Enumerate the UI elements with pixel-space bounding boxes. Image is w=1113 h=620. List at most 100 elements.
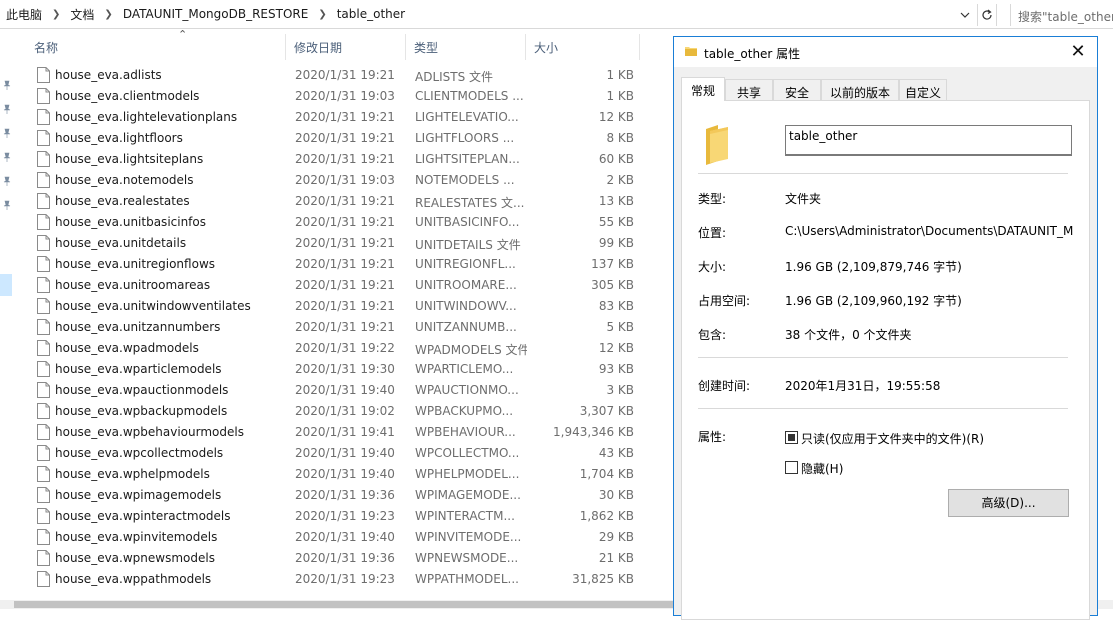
file-row[interactable]: house_eva.lightfloors 2020/1/31 19:21 LIGH…: [26, 128, 644, 149]
file-date: 2020/1/31 19:21: [295, 236, 395, 250]
file-row[interactable]: house_eva.lightsiteplans 2020/1/31 19:21 L…: [26, 149, 644, 170]
file-row[interactable]: house_eva.adlists 2020/1/31 19:21 ADLISTS …: [26, 65, 644, 86]
file-name[interactable]: house_eva.lightelevationplans: [55, 110, 237, 124]
close-button[interactable]: ✕: [1066, 41, 1090, 63]
readonly-checkbox[interactable]: [785, 431, 798, 444]
hidden-label[interactable]: 隐藏(H): [801, 460, 843, 477]
file-name[interactable]: house_eva.unitroomareas: [55, 278, 210, 292]
tab-previous-versions[interactable]: 以前的版本: [821, 79, 899, 100]
file-row[interactable]: house_eva.wpimagemodels 2020/1/31 19:36 WP…: [26, 485, 644, 506]
folder-name-field[interactable]: table_other: [785, 125, 1072, 156]
file-name[interactable]: house_eva.wpinteractmodels: [55, 509, 231, 523]
file-row[interactable]: house_eva.wpnewsmodels 2020/1/31 19:36 WPN…: [26, 548, 644, 569]
file-type: LIGHTSITEPLAN...: [415, 152, 520, 166]
file-row[interactable]: house_eva.unitwindowventilates 2020/1/31 …: [26, 296, 644, 317]
file-date: 2020/1/31 19:21: [295, 215, 395, 229]
file-type: WPIMAGEMODE...: [415, 488, 521, 502]
file-type: UNITBASICINFO...: [415, 215, 520, 229]
file-row[interactable]: house_eva.unitbasicinfos 2020/1/31 19:21 U…: [26, 212, 644, 233]
created-label: 创建时间:: [698, 379, 751, 393]
breadcrumb-documents[interactable]: 文档: [68, 6, 96, 23]
advanced-button[interactable]: 高级(D)...: [948, 489, 1069, 517]
file-row[interactable]: house_eva.wpadmodels 2020/1/31 19:22 WPADM…: [26, 338, 644, 359]
file-row[interactable]: house_eva.wpauctionmodels 2020/1/31 19:40…: [26, 380, 644, 401]
file-name[interactable]: house_eva.wpadmodels: [55, 341, 199, 355]
file-row[interactable]: house_eva.unitdetails 2020/1/31 19:21 UNIT…: [26, 233, 644, 254]
column-date[interactable]: 修改日期: [286, 34, 406, 60]
pin-icon[interactable]: [2, 128, 12, 138]
file-name[interactable]: house_eva.unitzannumbers: [55, 320, 220, 334]
file-name[interactable]: house_eva.wpinvitemodels: [55, 530, 217, 544]
readonly-label[interactable]: 只读(仅应用于文件夹中的文件)(R): [801, 430, 984, 447]
pin-icon[interactable]: [2, 176, 12, 186]
pin-icon[interactable]: [2, 152, 12, 162]
file-icon: [37, 487, 50, 503]
file-row[interactable]: house_eva.wpinteractmodels 2020/1/31 19:2…: [26, 506, 644, 527]
file-name[interactable]: house_eva.wpauctionmodels: [55, 383, 228, 397]
file-name[interactable]: house_eva.wparticlemodels: [55, 362, 222, 376]
file-name[interactable]: house_eva.lightsiteplans: [55, 152, 203, 166]
file-name[interactable]: house_eva.unitdetails: [55, 236, 186, 250]
breadcrumb-this-pc[interactable]: 此电脑: [4, 6, 44, 23]
tab-customize[interactable]: 自定义: [899, 79, 947, 100]
chevron-right-icon[interactable]: ❯: [310, 9, 334, 20]
pin-icon[interactable]: [2, 104, 12, 114]
address-history-button[interactable]: [955, 5, 975, 25]
file-row[interactable]: house_eva.unitzannumbers 2020/1/31 19:21 U…: [26, 317, 644, 338]
file-name[interactable]: house_eva.lightfloors: [55, 131, 183, 145]
chevron-right-icon[interactable]: ❯: [96, 9, 120, 20]
breadcrumb-current-folder[interactable]: table_other: [335, 7, 407, 21]
file-date: 2020/1/31 19:21: [295, 194, 395, 208]
tab-general[interactable]: 常规: [681, 77, 725, 101]
file-name[interactable]: house_eva.wpnewsmodels: [55, 551, 215, 565]
file-row[interactable]: house_eva.unitregionflows 2020/1/31 19:21…: [26, 254, 644, 275]
file-name[interactable]: house_eva.clientmodels: [55, 89, 199, 103]
pin-icon[interactable]: [2, 200, 12, 210]
file-icon: [37, 424, 50, 440]
file-name[interactable]: house_eva.wpbackupmodels: [55, 404, 227, 418]
column-type[interactable]: 类型: [406, 34, 526, 60]
file-type: ADLISTS 文件: [415, 70, 494, 84]
file-row[interactable]: house_eva.realestates 2020/1/31 19:21 REAL…: [26, 191, 644, 212]
nav-selected-item[interactable]: [0, 274, 12, 296]
file-row[interactable]: house_eva.unitroomareas 2020/1/31 19:21 UN…: [26, 275, 644, 296]
file-row[interactable]: house_eva.clientmodels 2020/1/31 19:03 CLI…: [26, 86, 644, 107]
file-row[interactable]: house_eva.lightelevationplans 2020/1/31 1…: [26, 107, 644, 128]
file-row[interactable]: house_eva.wphelpmodels 2020/1/31 19:40 WPH…: [26, 464, 644, 485]
file-row[interactable]: house_eva.wppathmodels 2020/1/31 19:23 WPP…: [26, 569, 644, 590]
close-icon: ✕: [1070, 41, 1086, 62]
tab-security[interactable]: 安全: [773, 79, 821, 100]
file-name[interactable]: house_eva.realestates: [55, 194, 190, 208]
file-row[interactable]: house_eva.notemodels 2020/1/31 19:03 NOTEM…: [26, 170, 644, 191]
file-name[interactable]: house_eva.wppathmodels: [55, 572, 211, 586]
breadcrumb-restore-folder[interactable]: DATAUNIT_MongoDB_RESTORE: [121, 7, 311, 21]
file-name[interactable]: house_eva.unitbasicinfos: [55, 215, 206, 229]
search-input[interactable]: 搜索"table_other": [1010, 4, 1113, 26]
file-name[interactable]: house_eva.notemodels: [55, 173, 194, 187]
file-name[interactable]: house_eva.unitwindowventilates: [55, 299, 251, 313]
pin-icon[interactable]: [2, 80, 12, 90]
file-name[interactable]: house_eva.wpcollectmodels: [55, 446, 223, 460]
file-name[interactable]: house_eva.wpimagemodels: [55, 488, 221, 502]
file-row[interactable]: house_eva.wpbehaviourmodels 2020/1/31 19:…: [26, 422, 644, 443]
file-icon: [37, 340, 50, 356]
dialog-titlebar[interactable]: table_other 属性 ✕: [674, 37, 1097, 67]
chevron-right-icon[interactable]: ❯: [44, 9, 68, 20]
file-name[interactable]: house_eva.wpbehaviourmodels: [55, 425, 244, 439]
file-row[interactable]: house_eva.wparticlemodels 2020/1/31 19:30…: [26, 359, 644, 380]
file-icon: [37, 109, 50, 125]
column-size[interactable]: 大小: [526, 34, 640, 60]
file-name[interactable]: house_eva.unitregionflows: [55, 257, 215, 271]
tab-sharing[interactable]: 共享: [725, 79, 773, 100]
file-list: house_eva.adlists 2020/1/31 19:21 ADLISTS …: [26, 65, 644, 605]
refresh-button[interactable]: [977, 4, 997, 26]
file-row[interactable]: house_eva.wpbackupmodels 2020/1/31 19:02 W…: [26, 401, 644, 422]
file-row[interactable]: house_eva.wpinvitemodels 2020/1/31 19:40 W…: [26, 527, 644, 548]
file-name[interactable]: house_eva.adlists: [55, 68, 162, 82]
file-name[interactable]: house_eva.wphelpmodels: [55, 467, 210, 481]
file-type: CLIENTMODELS ...: [415, 89, 524, 103]
file-row[interactable]: house_eva.wpcollectmodels 2020/1/31 19:40…: [26, 443, 644, 464]
column-name[interactable]: 名称: [26, 34, 286, 60]
hidden-checkbox[interactable]: [785, 461, 798, 474]
location-value[interactable]: C:\Users\Administrator\Documents\DATAUNI…: [785, 224, 1085, 238]
